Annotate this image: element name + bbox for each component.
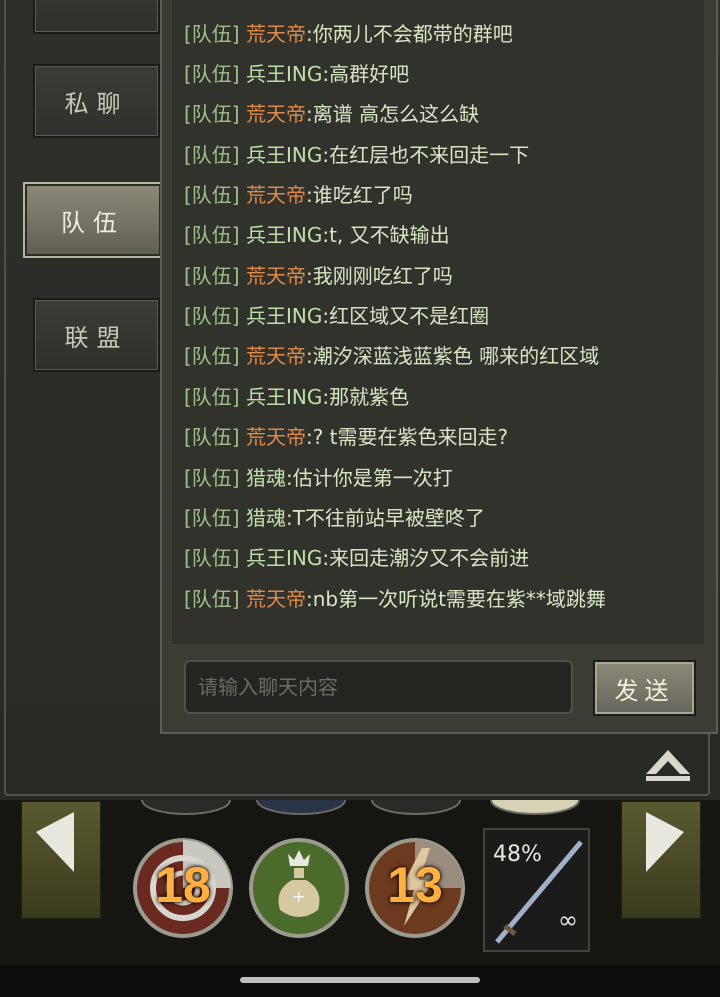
weapon-slot[interactable]: 48% ∞ [483,828,590,952]
tab-alliance-label: 联盟 [64,323,129,352]
chat-input[interactable]: 请输入聊天内容 [184,660,573,714]
skill-slot-2[interactable]: + [248,830,350,948]
message-text: :潮汐深蓝浅蓝紫色 哪来的红区域 [305,344,600,368]
message-text: :我刚刚吃红了吗 [305,264,453,288]
message-sender[interactable]: 荒天帝 [246,264,306,288]
message-channel: [队伍] [184,143,240,167]
message-channel: [队伍] [184,304,240,328]
message-sender[interactable]: 猎魂 [246,466,286,490]
message-text: :红区域又不是红圈 [322,304,490,328]
message-text: :离谱 高怎么这么缺 [305,102,480,126]
chat-input-placeholder: 请输入聊天内容 [198,675,338,699]
send-button-label: 发送 [614,676,675,705]
chat-message: [队伍] 荒天帝:我刚刚吃红了吗 [184,261,453,291]
message-sender[interactable]: 兵王ING [246,223,322,247]
collapse-chevron-up-icon[interactable] [644,748,692,782]
message-text: :? t需要在紫色来回走? [305,425,509,449]
message-channel: [队伍] [184,22,240,46]
chat-message: [队伍] 猎魂:估计你是第一次打 [184,463,453,493]
chat-message: [队伍] 兵王ING:高群好吧 [184,59,409,89]
chevron-right-icon [646,812,684,872]
tab-top-partial[interactable] [33,0,160,34]
weapon-durability: 48% [493,842,542,867]
message-text: :你两儿不会都带的群吧 [305,22,513,46]
tab-alliance[interactable]: 联盟 [33,298,160,372]
message-sender[interactable]: 兵王ING [246,546,322,570]
chat-message: [队伍] 猎魂:T不往前站早被壁咚了 [184,503,485,533]
message-channel: [队伍] [184,223,240,247]
message-sender[interactable]: 荒天帝 [246,425,306,449]
message-channel: [队伍] [184,466,240,490]
message-channel: [队伍] [184,385,240,409]
tab-private-chat[interactable]: 私聊 [33,64,160,138]
skill-row-partial [141,800,580,815]
skill-bar [0,800,720,965]
message-sender[interactable]: 荒天帝 [246,587,306,611]
chat-message: [队伍] 荒天帝:潮汐深蓝浅蓝紫色 哪来的红区域 [184,341,599,371]
tab-private-chat-label: 私聊 [64,89,129,118]
message-text: :估计你是第一次打 [285,466,453,490]
message-sender[interactable]: 荒天帝 [246,344,306,368]
chat-message: [队伍] 兵王ING:t, 又不缺输出 [184,220,450,250]
skill-slot-3[interactable]: 13 [364,830,466,948]
svg-text:+: + [292,887,305,906]
message-sender[interactable]: 兵王ING [246,304,322,328]
skill-slot-1[interactable]: 18 [132,830,234,948]
heal-potion-skill-icon: + [249,838,349,938]
message-text: :T不往前站早被壁咚了 [285,506,485,530]
chat-message: [队伍] 荒天帝:你两儿不会都带的群吧 [184,19,513,49]
message-sender[interactable]: 兵王ING [246,62,322,86]
message-sender[interactable]: 荒天帝 [246,102,306,126]
chat-message: [队伍] 荒天帝:? t需要在紫色来回走? [184,422,508,452]
next-arrow-button[interactable] [620,800,702,920]
message-text: :t, 又不缺输出 [322,223,450,247]
prev-arrow-button[interactable] [20,800,102,920]
message-channel: [队伍] [184,102,240,126]
message-sender[interactable]: 兵王ING [246,385,322,409]
chat-message: [队伍] 荒天帝:离谱 高怎么这么缺 [184,99,479,129]
message-sender[interactable]: 猎魂 [246,506,286,530]
message-text: :来回走潮汐又不会前进 [322,546,530,570]
message-channel: [队伍] [184,506,240,530]
message-text: :nb第一次听说t需要在紫**域跳舞 [305,587,606,611]
chat-message: [队伍] 兵王ING:来回走潮汐又不会前进 [184,543,529,573]
message-channel: [队伍] [184,264,240,288]
message-channel: [队伍] [184,62,240,86]
chat-message: [队伍] 兵王ING:那就紫色 [184,382,409,412]
message-channel: [队伍] [184,546,240,570]
message-sender[interactable]: 荒天帝 [246,183,306,207]
home-indicator[interactable] [240,977,480,983]
chat-message: [队伍] 兵王ING:红区域又不是红圈 [184,301,489,331]
message-text: :高群好吧 [322,62,410,86]
skill-3-count: 13 [387,857,443,913]
tab-team[interactable]: 队伍 [23,182,163,258]
chevron-left-icon [36,812,74,872]
message-channel: [队伍] [184,425,240,449]
message-text: :在红层也不来回走一下 [322,143,530,167]
message-text: :谁吃红了吗 [305,183,413,207]
chat-message: [队伍] 荒天帝:谁吃红了吗 [184,180,413,210]
message-text: :那就紫色 [322,385,410,409]
message-channel: [队伍] [184,183,240,207]
message-channel: [队伍] [184,344,240,368]
chat-message: [队伍] 兵王ING:在红层也不来回走一下 [184,140,529,170]
chat-message: [队伍] 荒天帝:nb第一次听说t需要在紫**域跳舞 [184,584,606,614]
send-button[interactable]: 发送 [593,660,696,716]
message-sender[interactable]: 荒天帝 [246,22,306,46]
message-sender[interactable]: 兵王ING [246,143,322,167]
skill-1-count: 18 [155,857,211,913]
tab-team-label: 队伍 [61,208,125,237]
weapon-ammo-infinity: ∞ [558,906,578,934]
message-channel: [队伍] [184,587,240,611]
